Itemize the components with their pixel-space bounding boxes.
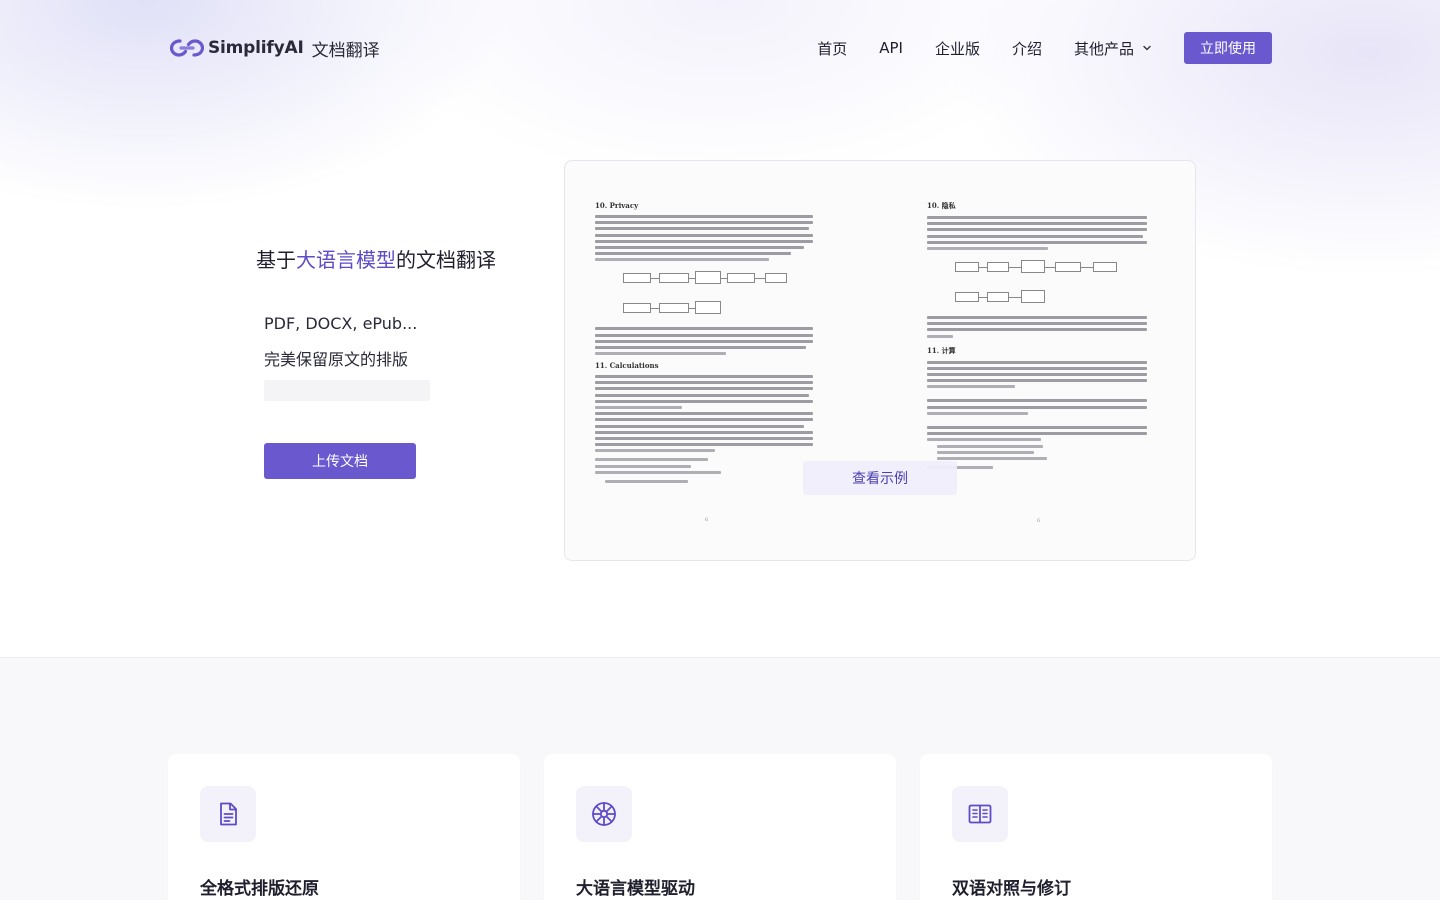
nav-intro[interactable]: 介绍 — [1012, 38, 1042, 59]
brand-product: 文档翻译 — [311, 40, 380, 61]
hero-title-accent: 大语言模型 — [296, 248, 396, 272]
hint-placeholder-bar — [264, 380, 430, 401]
layout-note: 完美保留原文的排版 — [264, 350, 409, 369]
original-heading-privacy: 10. Privacy — [595, 201, 639, 210]
feature-title: 大语言模型驱动 — [576, 879, 695, 899]
document-icon — [220, 802, 237, 826]
feature-icon-box — [576, 786, 632, 842]
book-open-icon — [968, 804, 992, 824]
feature-icon-box — [952, 786, 1008, 842]
supported-formats: PDF, DOCX, ePub... — [264, 314, 418, 333]
nav-api[interactable]: API — [879, 39, 903, 57]
hero-title-suffix: 的文档翻译 — [396, 248, 496, 272]
hero-title: 基于大语言模型的文档翻译 — [256, 244, 496, 273]
feature-title: 全格式排版还原 — [200, 879, 319, 899]
original-heading-calculations: 11. Calculations — [595, 361, 659, 371]
feature-card-bilingual: 双语对照与修订 — [920, 754, 1272, 900]
simplifyai-logo-icon — [170, 39, 204, 57]
feature-title: 双语对照与修订 — [952, 879, 1071, 899]
feature-icon-box — [200, 786, 256, 842]
nav-other-products[interactable]: 其他产品 — [1074, 38, 1152, 59]
hero-title-prefix: 基于 — [256, 248, 296, 272]
translated-heading-privacy: 10. 隐私 — [927, 201, 956, 210]
main-nav: 首页 API 企业版 介绍 其他产品 立即使用 — [817, 32, 1272, 64]
nav-other-products-label: 其他产品 — [1073, 39, 1134, 58]
translated-page: 10. 隐私 11. 计算 6 — [927, 201, 1147, 524]
nav-home[interactable]: 首页 — [817, 38, 847, 59]
chevron-down-icon — [1143, 45, 1151, 51]
start-now-button[interactable]: 立即使用 — [1184, 32, 1272, 64]
translated-heading-calculations: 11. 计算 — [927, 345, 956, 355]
original-page: 10. Privacy 11. Calculations 6 — [595, 201, 813, 523]
original-privacy-diagram — [595, 267, 813, 319]
upload-document-button[interactable]: 上传文档 — [264, 443, 416, 479]
nav-enterprise[interactable]: 企业版 — [935, 38, 980, 59]
feature-card-llm: 大语言模型驱动 — [544, 754, 896, 900]
brand-name: SimplifyAI — [208, 38, 304, 58]
view-example-button[interactable]: 查看示例 — [803, 461, 957, 495]
brand[interactable]: SimplifyAI 文档翻译 — [170, 34, 380, 62]
translation-preview[interactable]: 10. Privacy 11. Calculations 6 10. 隐私 11… — [564, 160, 1196, 561]
original-formula — [595, 458, 813, 480]
site-header: SimplifyAI 文档翻译 首页 API 企业版 介绍 其他产品 立即使用 — [0, 0, 1440, 96]
translated-privacy-diagram — [927, 256, 1147, 308]
feature-card-layout: 全格式排版还原 — [168, 754, 520, 900]
translated-formula — [927, 465, 1147, 488]
aperture-icon — [592, 802, 616, 826]
